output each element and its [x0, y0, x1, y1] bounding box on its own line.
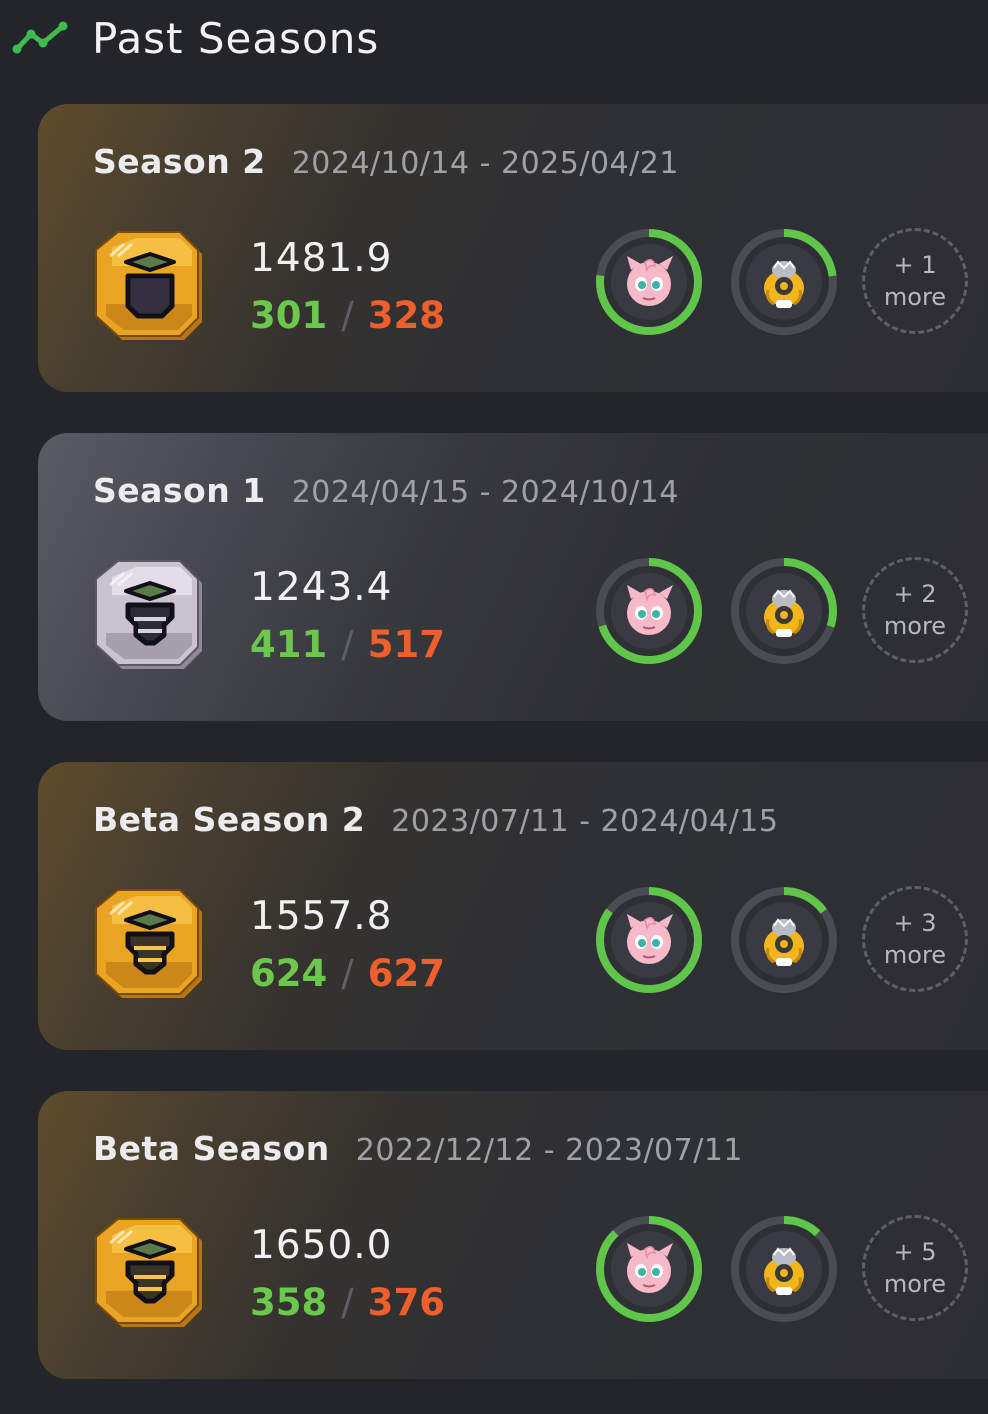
losses-count: 376: [367, 1281, 445, 1324]
season-name: Season 1: [93, 471, 266, 510]
more-pokemon-button[interactable]: + 2 more: [862, 557, 968, 663]
season-dates: 2024/04/15 - 2024/10/14: [291, 475, 679, 510]
more-count: + 1: [893, 251, 937, 279]
more-count: + 3: [893, 909, 937, 937]
win-loss-record: 301 / 328: [250, 294, 445, 337]
gold-rank-badge-icon: [88, 226, 212, 350]
more-count: + 2: [893, 580, 937, 608]
wins-count: 624: [250, 952, 328, 995]
pokemon-usage-snorlax[interactable]: [728, 555, 840, 667]
more-count: + 5: [893, 1238, 937, 1266]
record-separator: /: [341, 294, 354, 337]
pokemon-usage-snorlax[interactable]: [728, 884, 840, 996]
season-rating: 1557.8: [250, 894, 393, 939]
more-pokemon-button[interactable]: + 3 more: [862, 886, 968, 992]
more-label: more: [883, 283, 947, 311]
more-pokemon-button[interactable]: + 5 more: [862, 1215, 968, 1321]
gold-rank-badge-icon: [88, 884, 212, 1008]
pokemon-usage-snorlax[interactable]: [728, 226, 840, 338]
win-loss-record: 358 / 376: [250, 1281, 445, 1324]
pokemon-usage-jigglypuff[interactable]: [593, 555, 705, 667]
wins-count: 358: [250, 1281, 328, 1324]
season-name: Beta Season: [93, 1129, 330, 1168]
season-dates: 2023/07/11 - 2024/04/15: [391, 804, 779, 839]
record-separator: /: [341, 1281, 354, 1324]
silver-rank-badge-icon: [88, 555, 212, 679]
more-label: more: [883, 612, 947, 640]
season-dates: 2024/10/14 - 2025/04/21: [291, 146, 679, 181]
season-rating: 1650.0: [250, 1223, 393, 1268]
losses-count: 627: [367, 952, 445, 995]
season-card[interactable]: Season 2 2024/10/14 - 2025/04/21 1481.9 …: [38, 104, 988, 392]
pokemon-usage-jigglypuff[interactable]: [593, 226, 705, 338]
gold-rank-badge-icon: [88, 1213, 212, 1337]
season-card[interactable]: Season 1 2024/04/15 - 2024/10/14 1243.4 …: [38, 433, 988, 721]
section-header: Past Seasons: [12, 10, 379, 66]
wins-count: 411: [250, 623, 328, 666]
more-label: more: [883, 1270, 947, 1298]
season-card[interactable]: Beta Season 2022/12/12 - 2023/07/11 1650…: [38, 1091, 988, 1379]
losses-count: 328: [367, 294, 445, 337]
season-card[interactable]: Beta Season 2 2023/07/11 - 2024/04/15 15…: [38, 762, 988, 1050]
more-label: more: [883, 941, 947, 969]
page-title: Past Seasons: [92, 13, 380, 63]
record-separator: /: [341, 952, 354, 995]
wins-count: 301: [250, 294, 328, 337]
win-loss-record: 411 / 517: [250, 623, 445, 666]
trend-line-icon: [12, 21, 68, 54]
win-loss-record: 624 / 627: [250, 952, 445, 995]
losses-count: 517: [367, 623, 445, 666]
more-pokemon-button[interactable]: + 1 more: [862, 228, 968, 334]
season-name: Beta Season 2: [93, 800, 366, 839]
season-name: Season 2: [93, 142, 266, 181]
pokemon-usage-snorlax[interactable]: [728, 1213, 840, 1325]
pokemon-usage-jigglypuff[interactable]: [593, 1213, 705, 1325]
season-rating: 1481.9: [250, 236, 393, 281]
season-dates: 2022/12/12 - 2023/07/11: [355, 1133, 744, 1168]
pokemon-usage-jigglypuff[interactable]: [593, 884, 705, 996]
season-rating: 1243.4: [250, 565, 393, 610]
record-separator: /: [341, 623, 354, 666]
